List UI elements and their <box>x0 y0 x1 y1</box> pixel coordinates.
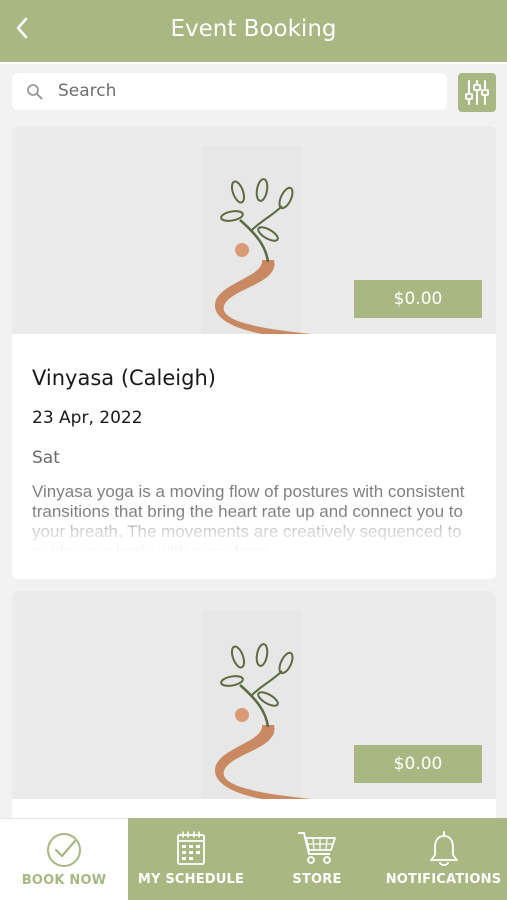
search-placeholder: Search <box>58 81 117 101</box>
tab-book-now[interactable]: BOOK NOW <box>0 818 128 900</box>
yoga-plant-logo <box>214 643 312 799</box>
calendar-icon <box>177 831 205 865</box>
tab-notifications[interactable]: NOTIFICATIONS <box>380 818 507 900</box>
event-description: Vinyasa yoga is a moving flow of posture… <box>32 482 465 552</box>
sliders-icon <box>465 80 489 105</box>
event-date: 23 Apr, 2022 <box>32 408 143 428</box>
event-card[interactable]: $0.00 Vinyasa (Caleigh) 23 Apr, 2022 Sat… <box>12 126 496 579</box>
tab-label: STORE <box>292 872 342 887</box>
bottom-tab-bar: BOOK NOW MY SCHEDULE STORE NOTIFICATIONS <box>0 818 507 900</box>
tab-my-schedule[interactable]: MY SCHEDULE <box>128 818 254 900</box>
event-image: $0.00 <box>12 126 496 334</box>
tab-label: BOOK NOW <box>21 873 107 888</box>
bell-icon <box>429 831 458 866</box>
price-badge: $0.00 <box>354 280 482 318</box>
tab-store[interactable]: STORE <box>254 818 380 900</box>
page-title: Event Booking <box>170 16 337 42</box>
tab-label: MY SCHEDULE <box>137 872 245 887</box>
event-name: Vinyasa (Caleigh) <box>32 366 216 390</box>
event-image: $0.00 <box>12 591 496 799</box>
event-card[interactable]: $0.00 <box>12 591 496 831</box>
tab-label: NOTIFICATIONS <box>385 872 502 887</box>
check-circle-icon <box>47 833 81 867</box>
price-badge: $0.00 <box>354 745 482 783</box>
event-day: Sat <box>32 448 60 468</box>
search-input[interactable]: Search <box>12 73 447 110</box>
yoga-plant-logo <box>214 178 312 334</box>
cart-icon <box>298 832 336 864</box>
search-icon <box>27 84 43 100</box>
filter-button[interactable] <box>458 73 496 112</box>
app-header: Event Booking <box>0 0 507 64</box>
